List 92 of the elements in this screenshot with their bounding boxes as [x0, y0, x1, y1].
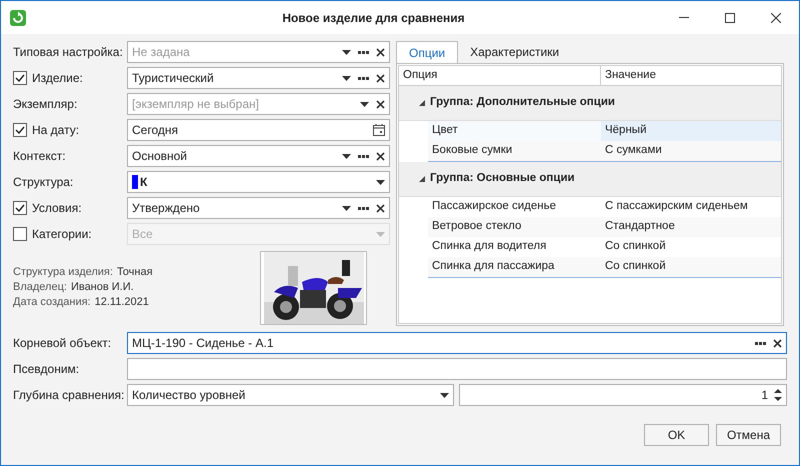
- table-cell-text: Со спинкой: [604, 259, 667, 274]
- field-value: Туристический: [132, 70, 215, 87]
- group-title: Группа: Основные опции: [430, 171, 575, 186]
- input-field[interactable]: Утверждено: [127, 197, 390, 219]
- tab[interactable]: Опции: [396, 41, 458, 63]
- group-header[interactable]: Группа: Основные опции: [399, 162, 781, 197]
- field-value: Сегодня: [132, 122, 179, 139]
- table-cell-text: С сумками: [604, 143, 663, 158]
- close-icon[interactable]: [771, 12, 781, 22]
- more-icon[interactable]: [358, 154, 369, 158]
- field-label: Контекст:: [13, 148, 66, 165]
- dropdown-caret-icon[interactable]: [440, 392, 449, 398]
- field-label: Категории:: [32, 226, 92, 243]
- field-label: Структура:: [13, 174, 74, 191]
- expand-arrow-icon[interactable]: [419, 100, 425, 106]
- info-label: Владелец:: [13, 280, 67, 295]
- field-label: Условия:: [32, 200, 82, 217]
- group-title: Группа: Дополнительные опции: [430, 95, 615, 110]
- input-field[interactable]: К: [127, 171, 390, 193]
- input-field[interactable]: МЦ-1-190 - Сиденье - А.1: [127, 332, 787, 354]
- checkbox[interactable]: [13, 123, 27, 137]
- table-cell: Чёрный: [601, 121, 781, 141]
- app-icon: [10, 10, 26, 26]
- clear-icon[interactable]: [376, 152, 385, 160]
- dropdown-field[interactable]: Количество уровней: [127, 384, 454, 406]
- clear-icon[interactable]: [773, 338, 782, 348]
- more-icon[interactable]: [755, 342, 766, 344]
- checkbox[interactable]: [13, 201, 27, 215]
- info-value: 12.11.2021: [94, 295, 149, 310]
- input-field[interactable]: Сегодня: [127, 119, 390, 141]
- field-label: На дату:: [32, 122, 80, 139]
- field-placeholder: Не задана: [132, 44, 191, 61]
- info-value: Точная: [116, 265, 153, 280]
- dialog-button[interactable]: Отмена: [716, 424, 781, 446]
- field-label: Экземпляр:: [13, 96, 78, 113]
- field-value: К: [140, 174, 148, 191]
- field-label: Типовая настройка:: [13, 44, 123, 61]
- field-value: МЦ-1-190 - Сиденье - А.1: [132, 335, 274, 352]
- clear-icon[interactable]: [376, 48, 385, 56]
- dropdown-caret-icon[interactable]: [376, 180, 385, 184]
- table-cell-text: С пассажирским сиденьем: [604, 199, 749, 214]
- table-cell-text: Спинка для водителя: [431, 239, 548, 254]
- info-label: Дата создания:: [13, 295, 91, 310]
- more-icon[interactable]: [358, 50, 369, 54]
- table-cell-text: Стандартное: [604, 219, 676, 234]
- info-label: Структура изделия:: [13, 265, 113, 280]
- more-icon[interactable]: [358, 76, 369, 80]
- tab[interactable]: Характеристики: [458, 41, 572, 63]
- more-icon[interactable]: [358, 206, 369, 210]
- table-cell-text: Спинка для пассажира: [431, 259, 556, 274]
- input-field[interactable]: Основной: [127, 145, 390, 167]
- field-label: Псевдоним:: [13, 361, 80, 378]
- spinner-value: 1: [761, 387, 768, 404]
- info-value: Иванов И.И.: [70, 280, 134, 295]
- dropdown-caret-icon[interactable]: [342, 206, 351, 210]
- field-label: Изделие:: [32, 70, 83, 87]
- table-cell-text: Со спинкой: [604, 239, 667, 254]
- grid-row[interactable]: Цвет Чёрный: [428, 121, 781, 141]
- field-value: Утверждено: [132, 200, 201, 217]
- dropdown-caret-icon[interactable]: [342, 76, 351, 80]
- maximize-icon[interactable]: [725, 12, 735, 22]
- dropdown-caret-icon[interactable]: [360, 102, 369, 106]
- group-header[interactable]: Группа: Дополнительные опции: [399, 86, 781, 121]
- grid-row[interactable]: Ветровое стекло Стандартное: [428, 217, 781, 237]
- field-label: Корневой объект:: [13, 335, 112, 352]
- field-value: Основной: [132, 148, 188, 165]
- grid-row[interactable]: Боковые сумки С сумками: [428, 141, 781, 161]
- table-cell-text: Боковые сумки: [431, 143, 514, 158]
- column-header[interactable]: Значение: [601, 66, 781, 85]
- field-value: Все: [132, 226, 154, 243]
- clear-icon[interactable]: [376, 74, 385, 82]
- table-cell-text: Пассажирское сиденье: [431, 199, 557, 214]
- input-field[interactable]: [127, 358, 787, 380]
- number-spinner[interactable]: 1: [459, 384, 787, 406]
- spin-arrows-icon[interactable]: [774, 388, 782, 402]
- grid-row[interactable]: Спинка для пассажира Со спинкой: [428, 257, 781, 277]
- column-header[interactable]: Опция: [399, 66, 601, 85]
- dropdown-caret-icon[interactable]: [342, 154, 351, 158]
- clear-icon[interactable]: [376, 204, 385, 212]
- dialog-button[interactable]: OK: [644, 424, 709, 446]
- checkbox[interactable]: [13, 71, 27, 85]
- window-title: Новое изделие для сравнения: [281, 10, 466, 26]
- calendar-icon[interactable]: [373, 124, 385, 136]
- table-cell-text: Ветровое стекло: [431, 219, 522, 234]
- field-placeholder: [экземпляр не выбран]: [132, 96, 260, 113]
- dropdown-caret-icon[interactable]: [342, 50, 351, 54]
- field-label: Глубина сравнения:: [13, 387, 126, 404]
- expand-arrow-icon[interactable]: [419, 176, 425, 182]
- field-value: Количество уровней: [132, 387, 246, 404]
- table-cell-text: Цвет: [431, 123, 459, 138]
- clear-icon[interactable]: [376, 100, 385, 108]
- input-field[interactable]: Туристический: [127, 67, 390, 89]
